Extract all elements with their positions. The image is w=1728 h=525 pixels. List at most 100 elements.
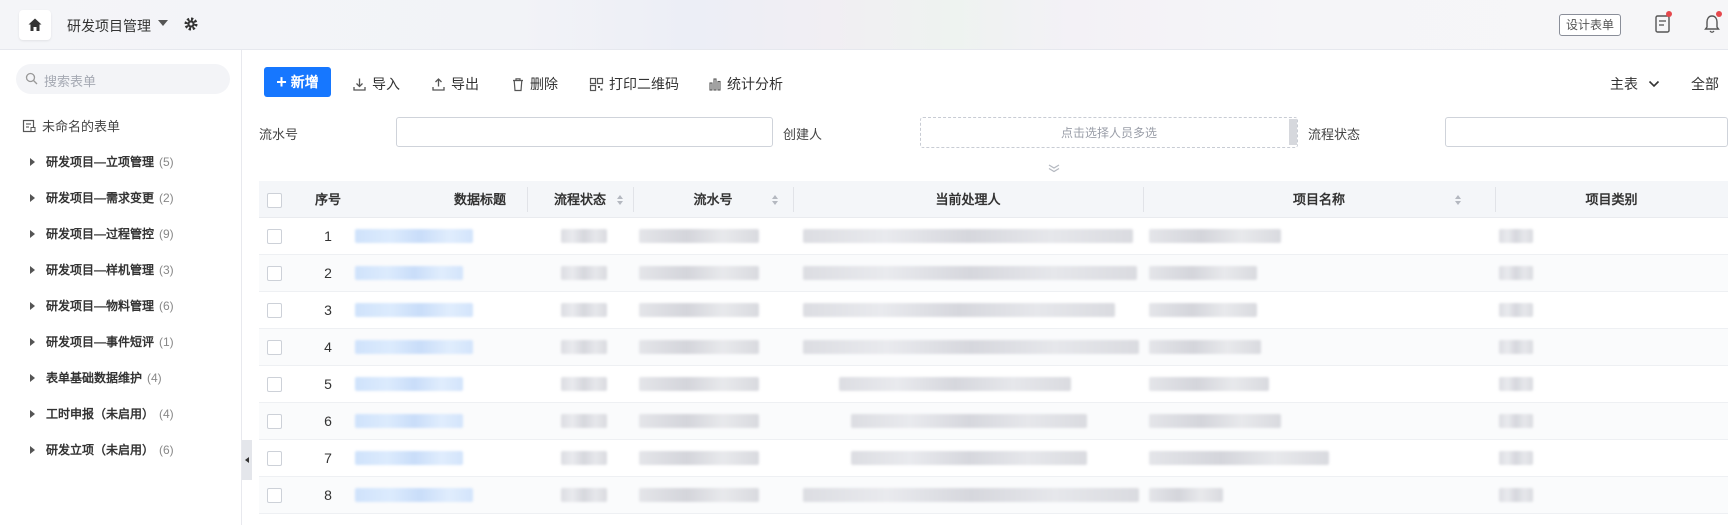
view-select[interactable]: 主表	[1610, 74, 1660, 94]
table-row[interactable]: 6	[259, 403, 1728, 440]
row-checkbox[interactable]	[267, 266, 282, 281]
row-checkbox[interactable]	[267, 229, 282, 244]
row-title-link[interactable]	[355, 488, 473, 502]
row-title-link[interactable]	[355, 377, 463, 391]
col-index-header: 序号	[314, 192, 341, 207]
row-handler-cell	[803, 340, 1139, 354]
picker-scroll-handle[interactable]	[1289, 119, 1297, 145]
row-status-cell	[561, 303, 607, 317]
sidebar-group-item[interactable]: 研发项目—立项管理 (5)	[30, 153, 174, 170]
caret-right-icon	[30, 373, 35, 382]
row-status-cell	[561, 229, 607, 243]
app-switch-caret-icon[interactable]	[158, 20, 168, 26]
row-checkbox[interactable]	[267, 340, 282, 355]
status-filter-input[interactable]	[1445, 117, 1728, 147]
row-checkbox[interactable]	[267, 303, 282, 318]
sidebar-group-count: (4)	[147, 370, 162, 385]
row-title-link[interactable]	[355, 340, 473, 354]
sidebar-group-item[interactable]: 研发项目—物料管理 (6)	[30, 297, 174, 314]
serial-filter-label: 流水号	[259, 127, 299, 142]
sort-icon[interactable]	[772, 195, 778, 205]
row-title-link[interactable]	[355, 303, 473, 317]
statistics-button[interactable]: 统计分析	[708, 74, 783, 94]
sort-icon[interactable]	[617, 195, 623, 205]
sidebar-group-count: (5)	[159, 154, 174, 169]
row-index: 6	[324, 413, 332, 429]
table-row[interactable]: 5	[259, 366, 1728, 403]
notification-badge-dot	[1716, 11, 1722, 17]
table-row[interactable]: 8	[259, 477, 1728, 514]
row-title-link[interactable]	[355, 414, 463, 428]
table-row[interactable]: 2	[259, 255, 1728, 292]
row-checkbox[interactable]	[267, 377, 282, 392]
sidebar-group-item[interactable]: 研发立项（未启用） (6)	[30, 441, 174, 458]
export-button[interactable]: 导出	[431, 74, 479, 94]
sidebar-group-count: (1)	[159, 334, 174, 349]
delete-button[interactable]: 删除	[511, 74, 558, 94]
sidebar-group-item[interactable]: 研发项目—事件短评 (1)	[30, 333, 174, 350]
home-button[interactable]	[19, 10, 51, 40]
row-title-link[interactable]	[355, 229, 473, 243]
row-serial-cell	[639, 266, 759, 280]
row-checkbox[interactable]	[267, 414, 282, 429]
row-index: 8	[324, 487, 332, 503]
col-category-header[interactable]: 项目类别	[1495, 181, 1728, 218]
app-title[interactable]: 研发项目管理	[67, 16, 151, 36]
sidebar-group-label: 研发项目—立项管理	[46, 155, 155, 169]
search-icon	[25, 72, 38, 85]
row-title-link[interactable]	[355, 266, 463, 280]
data-table: 序号 数据标题 流程状态 流水号 当前处理人 项目名称 项目类别 1 2 3 4 5 6 7…	[259, 181, 1728, 525]
sidebar-group-label: 研发项目—物料管理	[46, 299, 155, 313]
all-filter-toggle[interactable]: 全部	[1691, 74, 1719, 94]
row-project-cell	[1149, 340, 1261, 354]
form-search-input[interactable]: 搜索表单	[16, 64, 230, 94]
export-label: 导出	[451, 76, 479, 92]
top-bar: 研发项目管理 设计表单	[0, 0, 1728, 50]
row-checkbox[interactable]	[267, 488, 282, 503]
sidebar-group-item[interactable]: 研发项目—样机管理 (3)	[30, 261, 174, 278]
unnamed-form-item[interactable]: 未命名的表单	[22, 116, 120, 135]
sidebar-group-item[interactable]: 研发项目—过程管控 (9)	[30, 225, 174, 242]
gear-icon[interactable]	[183, 16, 199, 32]
delete-label: 删除	[530, 76, 558, 92]
col-serial-header[interactable]: 流水号	[633, 181, 793, 218]
sidebar-group-label: 研发立项（未启用）	[46, 443, 155, 457]
import-button[interactable]: 导入	[352, 74, 400, 94]
caret-left-icon	[245, 457, 249, 463]
sidebar-group-count: (3)	[159, 262, 174, 277]
table-row[interactable]: 1	[259, 218, 1728, 255]
row-category-cell	[1499, 266, 1533, 280]
row-project-cell	[1149, 377, 1269, 391]
col-handler-header[interactable]: 当前处理人	[793, 181, 1143, 218]
row-handler-cell	[803, 303, 1115, 317]
add-button[interactable]: + 新增	[264, 67, 331, 97]
design-form-button[interactable]: 设计表单	[1559, 14, 1622, 36]
row-serial-cell	[639, 377, 759, 391]
expand-filters-icon[interactable]	[1047, 163, 1061, 173]
select-all-checkbox[interactable]	[267, 193, 282, 208]
table-row[interactable]: 4	[259, 329, 1728, 366]
qrcode-icon	[589, 77, 604, 91]
sidebar-group-item[interactable]: 研发项目—需求变更 (2)	[30, 189, 174, 206]
row-index: 4	[324, 339, 332, 355]
unnamed-form-label: 未命名的表单	[42, 119, 121, 134]
sidebar-collapse-toggle[interactable]	[242, 440, 252, 480]
creator-picker[interactable]: 点击选择人员多选	[920, 117, 1298, 148]
table-header: 序号 数据标题 流程状态 流水号 当前处理人 项目名称 项目类别	[259, 181, 1728, 218]
sidebar-group-item[interactable]: 表单基础数据维护 (4)	[30, 369, 162, 386]
row-checkbox[interactable]	[267, 451, 282, 466]
sidebar-group-label: 表单基础数据维护	[46, 371, 143, 385]
col-project-header[interactable]: 项目名称	[1143, 181, 1495, 218]
row-category-cell	[1499, 377, 1533, 391]
sort-icon[interactable]	[1455, 195, 1461, 205]
table-row[interactable]: 7	[259, 440, 1728, 477]
sidebar-group-item[interactable]: 工时申报（未启用） (4)	[30, 405, 174, 422]
table-row[interactable]: 3	[259, 292, 1728, 329]
print-qrcode-button[interactable]: 打印二维码	[589, 74, 679, 94]
row-title-link[interactable]	[355, 451, 463, 465]
row-status-cell	[561, 377, 607, 391]
serial-filter-input[interactable]	[396, 117, 773, 147]
sidebar-group-label: 研发项目—过程管控	[46, 227, 155, 241]
row-index: 3	[324, 302, 332, 318]
row-category-cell	[1499, 229, 1533, 243]
